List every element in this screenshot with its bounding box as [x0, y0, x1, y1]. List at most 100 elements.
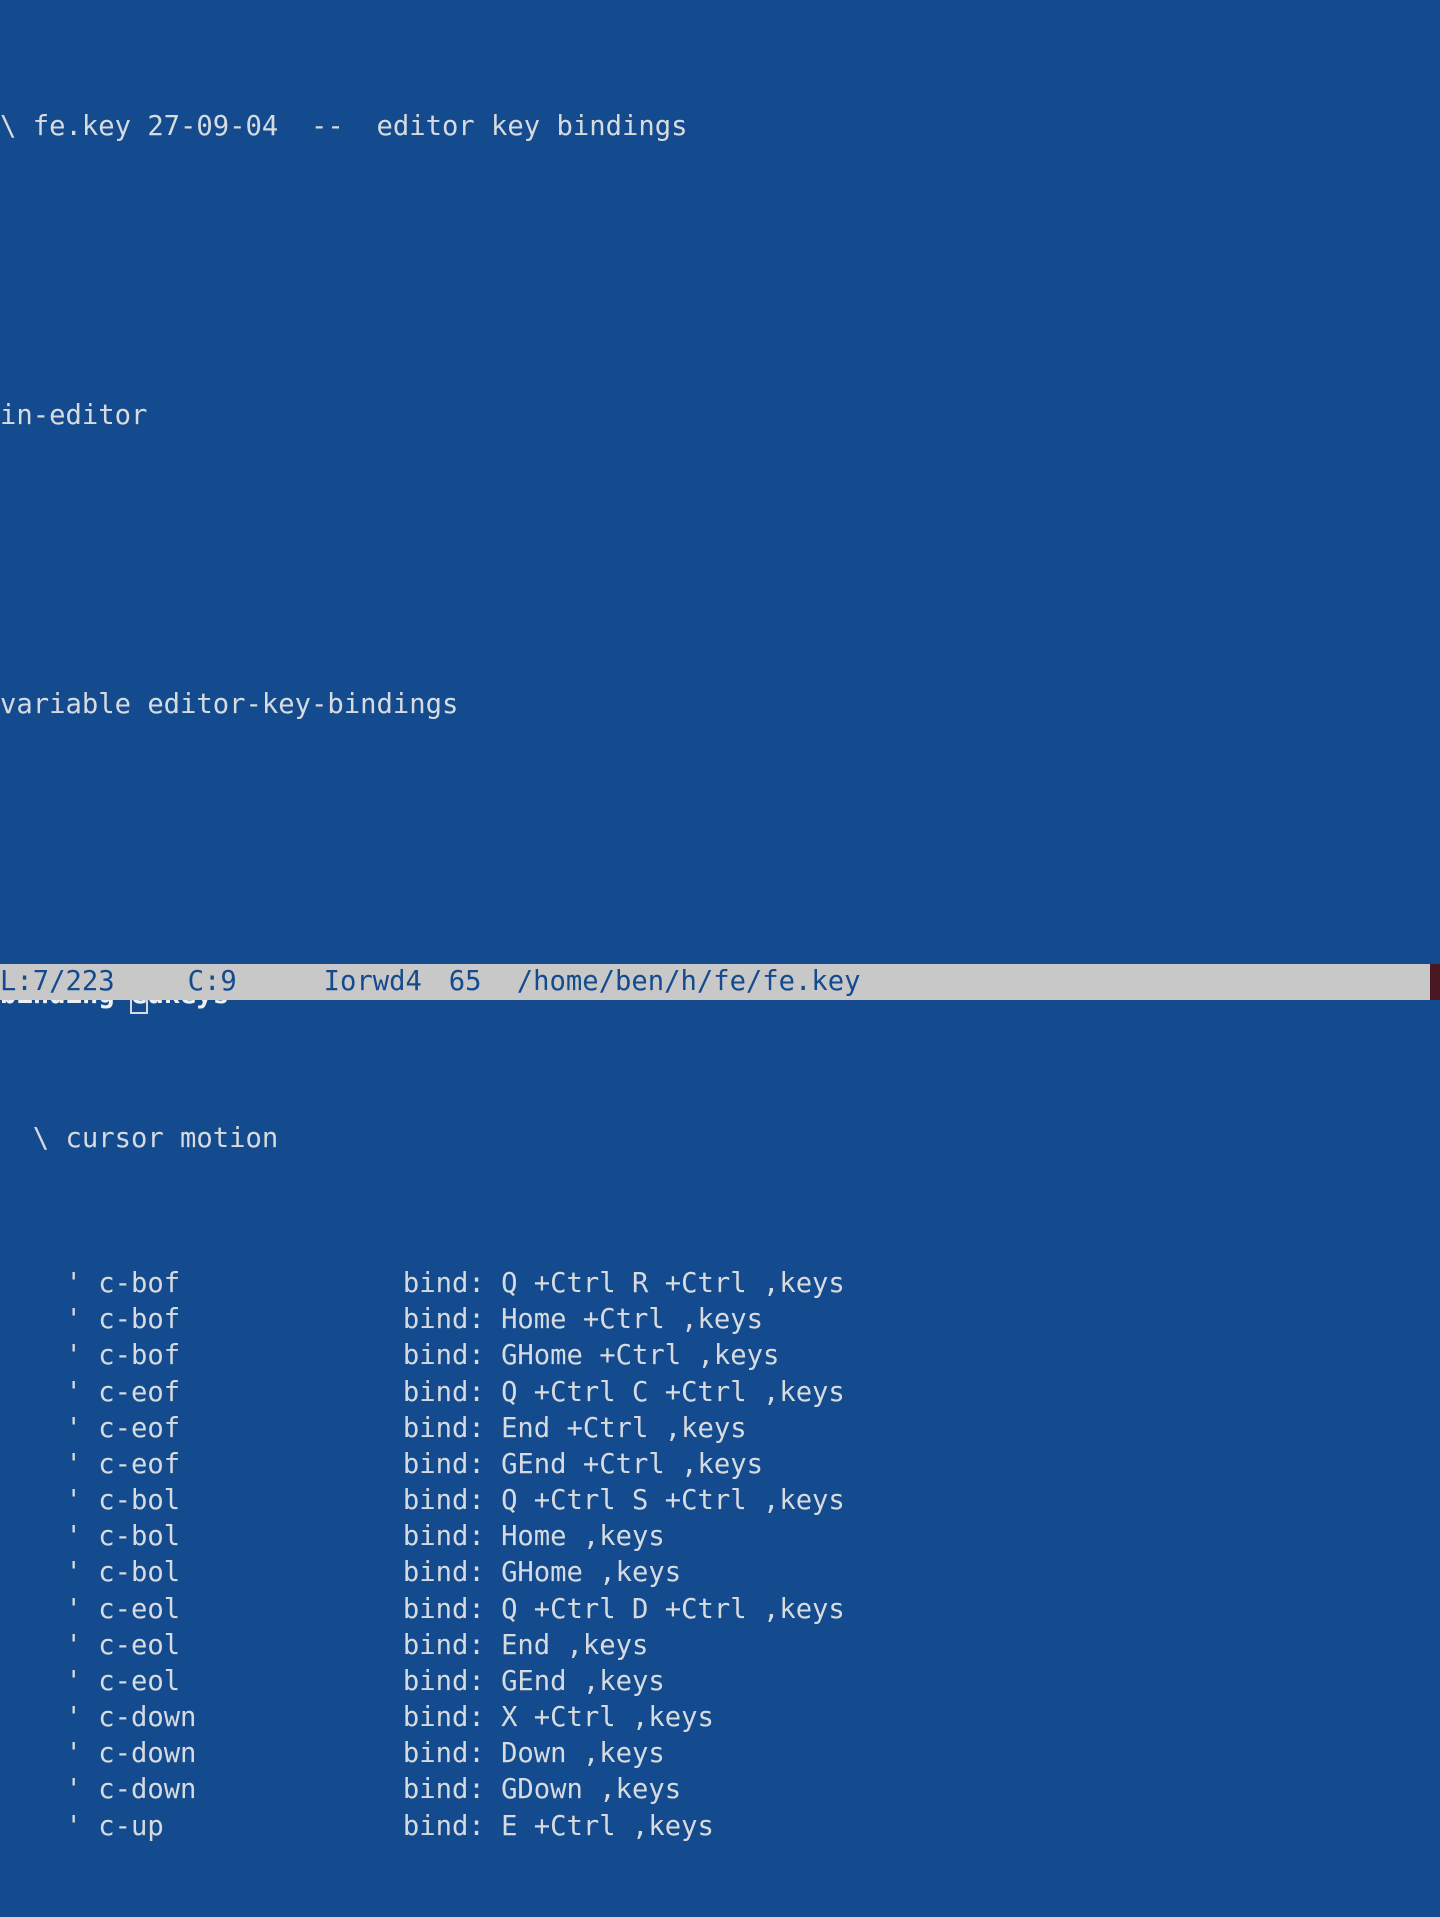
bind-prefix: bind:	[403, 1521, 501, 1552]
binding-command: c-bol	[98, 1483, 403, 1519]
status-extra: 65	[449, 964, 517, 1000]
binding-keys: bind: GEnd ,keys	[403, 1664, 665, 1700]
bind-keys-value: Q +Ctrl S +Ctrl ,keys	[501, 1485, 845, 1516]
bind-keys-value: Home ,keys	[501, 1521, 665, 1552]
bind-keys-value: GHome ,keys	[501, 1557, 681, 1588]
binding-command: c-down	[98, 1700, 403, 1736]
row-indent: '	[0, 1664, 98, 1700]
editor-viewport[interactable]: \ fe.key 27-09-04 -- editor key bindings…	[0, 0, 1440, 964]
binding-keys: bind: End +Ctrl ,keys	[403, 1411, 747, 1447]
binding-keys: bind: GEnd +Ctrl ,keys	[403, 1447, 763, 1483]
binding-command: c-bol	[98, 1555, 403, 1591]
binding-row: ' c-bolbind: Q +Ctrl S +Ctrl ,keys	[0, 1483, 1440, 1519]
binding-keys: bind: GHome ,keys	[403, 1555, 681, 1591]
row-indent: '	[0, 1338, 98, 1374]
binding-keys: bind: Q +Ctrl R +Ctrl ,keys	[403, 1266, 845, 1302]
status-right-cap	[1430, 964, 1440, 1000]
status-column-number: C:9	[188, 964, 324, 1000]
binding-row: ' c-eofbind: GEnd +Ctrl ,keys	[0, 1447, 1440, 1483]
binding-keys: bind: End ,keys	[403, 1628, 649, 1664]
row-indent: '	[0, 1592, 98, 1628]
binding-command: c-bof	[98, 1338, 403, 1374]
bind-prefix: bind:	[403, 1666, 501, 1697]
binding-command: c-down	[98, 1772, 403, 1808]
bind-prefix: bind:	[403, 1774, 501, 1805]
bind-prefix: bind:	[403, 1630, 501, 1661]
binding-command: c-bol	[98, 1519, 403, 1555]
binding-command: c-eol	[98, 1664, 403, 1700]
file-header-comment: \ fe.key 27-09-04 -- editor key bindings	[0, 109, 1440, 145]
bind-prefix: bind:	[403, 1811, 501, 1842]
bind-keys-value: Q +Ctrl D +Ctrl ,keys	[501, 1594, 845, 1625]
row-indent: '	[0, 1519, 98, 1555]
blank-line	[0, 543, 1440, 579]
row-indent: '	[0, 1772, 98, 1808]
binding-keys: bind: Down ,keys	[403, 1736, 665, 1772]
row-indent: '	[0, 1736, 98, 1772]
binding-row: ' c-eolbind: GEnd ,keys	[0, 1664, 1440, 1700]
status-line-number: L:7/223	[0, 964, 188, 1000]
status-file-path: /home/ben/h/fe/fe.key	[517, 964, 861, 1000]
bind-keys-value: Down ,keys	[501, 1738, 665, 1769]
row-indent: '	[0, 1375, 98, 1411]
binding-command: c-eol	[98, 1628, 403, 1664]
binding-row: ' c-bofbind: Home +Ctrl ,keys	[0, 1302, 1440, 1338]
bind-keys-value: Q +Ctrl R +Ctrl ,keys	[501, 1268, 845, 1299]
binding-keys: bind: E +Ctrl ,keys	[403, 1809, 714, 1845]
bind-keys-value: Q +Ctrl C +Ctrl ,keys	[501, 1377, 845, 1408]
bind-prefix: bind:	[403, 1413, 501, 1444]
binding-command: c-up	[98, 1809, 403, 1845]
bind-keys-value: X +Ctrl ,keys	[501, 1702, 714, 1733]
binding-keys: bind: GHome +Ctrl ,keys	[403, 1338, 779, 1374]
bind-keys-value: E +Ctrl ,keys	[501, 1811, 714, 1842]
binding-command: c-eof	[98, 1375, 403, 1411]
binding-keys: bind: Q +Ctrl S +Ctrl ,keys	[403, 1483, 845, 1519]
bind-prefix: bind:	[403, 1594, 501, 1625]
row-indent: '	[0, 1628, 98, 1664]
binding-row: ' c-eolbind: Q +Ctrl D +Ctrl ,keys	[0, 1592, 1440, 1628]
row-indent: '	[0, 1411, 98, 1447]
bind-keys-value: GEnd ,keys	[501, 1666, 665, 1697]
binding-row: ' c-bolbind: GHome ,keys	[0, 1555, 1440, 1591]
binding-row: ' c-downbind: Down ,keys	[0, 1736, 1440, 1772]
row-indent: '	[0, 1555, 98, 1591]
binding-row: ' c-eofbind: Q +Ctrl C +Ctrl ,keys	[0, 1375, 1440, 1411]
row-indent: '	[0, 1809, 98, 1845]
binding-row: ' c-eolbind: End ,keys	[0, 1628, 1440, 1664]
binding-row: ' c-bofbind: Q +Ctrl R +Ctrl ,keys	[0, 1266, 1440, 1302]
blank-line	[0, 832, 1440, 868]
binding-row: ' c-eofbind: End +Ctrl ,keys	[0, 1411, 1440, 1447]
binding-keys: bind: Home ,keys	[403, 1519, 665, 1555]
status-mode: Iorwd4	[324, 964, 449, 1000]
binding-command: c-eof	[98, 1411, 403, 1447]
bind-keys-value: GHome +Ctrl ,keys	[501, 1340, 779, 1371]
bind-prefix: bind:	[403, 1377, 501, 1408]
binding-command: c-bof	[98, 1266, 403, 1302]
bind-keys-value: GDown ,keys	[501, 1774, 681, 1805]
bindings-list: ' c-bofbind: Q +Ctrl R +Ctrl ,keys ' c-b…	[0, 1266, 1440, 1845]
status-bar: L:7/223 C:9 Iorwd4 65 /home/ben/h/fe/fe.…	[0, 964, 1440, 1000]
binding-row: ' c-downbind: GDown ,keys	[0, 1772, 1440, 1808]
bind-keys-value: GEnd +Ctrl ,keys	[501, 1449, 763, 1480]
bind-keys-value: End ,keys	[501, 1630, 648, 1661]
binding-keys: bind: Home +Ctrl ,keys	[403, 1302, 763, 1338]
binding-keys: bind: X +Ctrl ,keys	[403, 1700, 714, 1736]
bind-prefix: bind:	[403, 1485, 501, 1516]
section-comment: \ cursor motion	[0, 1121, 1440, 1157]
row-indent: '	[0, 1447, 98, 1483]
bind-prefix: bind:	[403, 1304, 501, 1335]
row-indent: '	[0, 1483, 98, 1519]
row-indent: '	[0, 1700, 98, 1736]
bind-prefix: bind:	[403, 1557, 501, 1588]
binding-keys: bind: GDown ,keys	[403, 1772, 681, 1808]
binding-row: ' c-bofbind: GHome +Ctrl ,keys	[0, 1338, 1440, 1374]
binding-row: ' c-bolbind: Home ,keys	[0, 1519, 1440, 1555]
row-indent: '	[0, 1266, 98, 1302]
bind-prefix: bind:	[403, 1268, 501, 1299]
bind-prefix: bind:	[403, 1449, 501, 1480]
mode-declaration: in-editor	[0, 398, 1440, 434]
binding-keys: bind: Q +Ctrl D +Ctrl ,keys	[403, 1592, 845, 1628]
blank-line	[0, 253, 1440, 289]
binding-command: c-bof	[98, 1302, 403, 1338]
binding-row: ' c-upbind: E +Ctrl ,keys	[0, 1809, 1440, 1845]
